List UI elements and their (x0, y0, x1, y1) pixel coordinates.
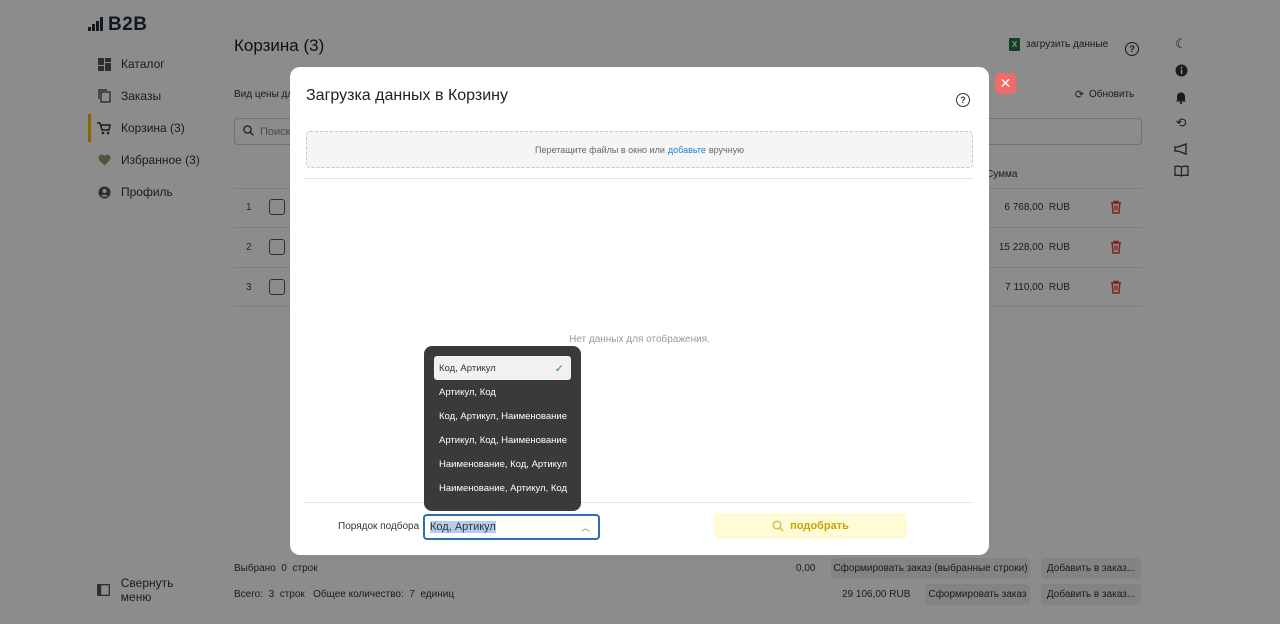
modal-help-button[interactable]: ? (956, 90, 970, 108)
pick-button[interactable]: подобрать (714, 513, 907, 539)
modal-title: Загрузка данных в Корзину (306, 87, 508, 104)
pick-button-label: подобрать (790, 520, 849, 532)
search-icon (772, 520, 784, 532)
order-label: Порядок подбора (338, 521, 420, 532)
divider (304, 502, 973, 503)
dropzone-text-after: вручную (708, 144, 744, 155)
dropdown-option[interactable]: Артикул, Код (434, 380, 571, 404)
add-files-link[interactable]: добавьте (668, 145, 706, 155)
file-dropzone[interactable]: Перетащите файлы в окно или добавьте вру… (306, 131, 973, 168)
divider (304, 178, 973, 179)
order-select-value: Код, Артикул (430, 521, 496, 533)
dropdown-option[interactable]: Наименование, Код, Артикул (434, 452, 571, 476)
close-icon: ✕ (999, 75, 1012, 91)
dropdown-option[interactable]: Наименование, Артикул, Код (434, 476, 571, 500)
order-select[interactable]: Код, Артикул ︿ (423, 514, 600, 540)
chevron-up-icon: ︿ (580, 523, 590, 533)
dropdown-option[interactable]: Код, Артикул, Наименование (434, 404, 571, 428)
order-dropdown-menu: Код, Артикул ✓ Артикул, Код Код, Артикул,… (424, 346, 581, 511)
dropdown-option[interactable]: Код, Артикул ✓ (434, 356, 571, 380)
help-icon: ? (956, 93, 970, 107)
dropzone-text: Перетащите файлы в окно или (535, 144, 665, 155)
dropdown-option[interactable]: Артикул, Код, Наименование (434, 428, 571, 452)
upload-modal: Загрузка данных в Корзину ? Перетащите ф… (290, 67, 989, 555)
close-modal-button[interactable]: ✕ (995, 73, 1016, 94)
check-icon: ✓ (554, 362, 564, 375)
empty-state-text: Нет данных для отображения. (569, 334, 710, 345)
